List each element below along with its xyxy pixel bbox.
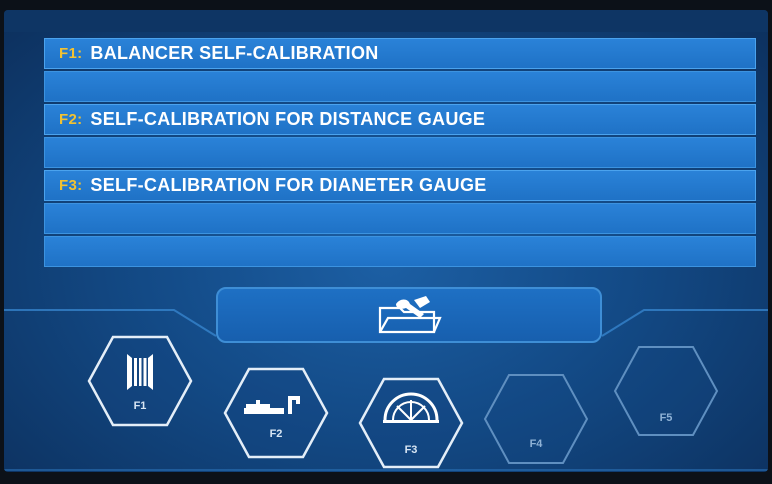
f1-label: F1 — [133, 400, 147, 412]
menu-empty-row — [44, 137, 756, 168]
folder-wrench-icon — [378, 296, 442, 334]
menu-key-f3: F3: — [59, 177, 83, 194]
hex-outline — [483, 374, 589, 464]
menu-key-f2: F2: — [59, 111, 83, 128]
menu-item-f3[interactable]: F3: SELF-CALIBRATION FOR DIANETER GAUGE — [44, 170, 756, 201]
menu-empty-row — [44, 71, 756, 102]
menu-empty-row — [44, 203, 756, 234]
f3-label: F3 — [404, 444, 418, 456]
f4-label: F4 — [529, 438, 543, 450]
menu-item-f1[interactable]: F1: BALANCER SELF-CALIBRATION — [44, 38, 756, 69]
calibration-screen: F1: BALANCER SELF-CALIBRATION F2: SELF-C… — [4, 10, 768, 472]
menu-label-f1: BALANCER SELF-CALIBRATION — [90, 43, 379, 63]
f2-label: F2 — [269, 428, 283, 440]
f5-button[interactable]: F5 — [612, 344, 720, 438]
menu-label-f3: SELF-CALIBRATION FOR DIANETER GAUGE — [90, 175, 487, 195]
menu-empty-row — [44, 236, 756, 267]
diameter-gauge-icon — [383, 392, 439, 423]
f4-button[interactable]: F4 — [482, 372, 590, 466]
menu-label-f2: SELF-CALIBRATION FOR DISTANCE GAUGE — [90, 109, 486, 129]
menu-item-f2[interactable]: F2: SELF-CALIBRATION FOR DISTANCE GAUGE — [44, 104, 756, 135]
menu-key-f1: F1: — [59, 45, 83, 62]
distance-gauge-icon — [244, 396, 300, 414]
folder-button[interactable] — [216, 287, 602, 343]
f5-label: F5 — [659, 412, 673, 424]
f3-button[interactable]: F3 — [357, 376, 465, 470]
f2-button[interactable]: F2 — [222, 366, 330, 460]
calibration-menu: F1: BALANCER SELF-CALIBRATION F2: SELF-C… — [44, 38, 756, 269]
wheel-rim-icon — [127, 354, 153, 390]
f1-button[interactable]: F1 — [86, 334, 194, 428]
